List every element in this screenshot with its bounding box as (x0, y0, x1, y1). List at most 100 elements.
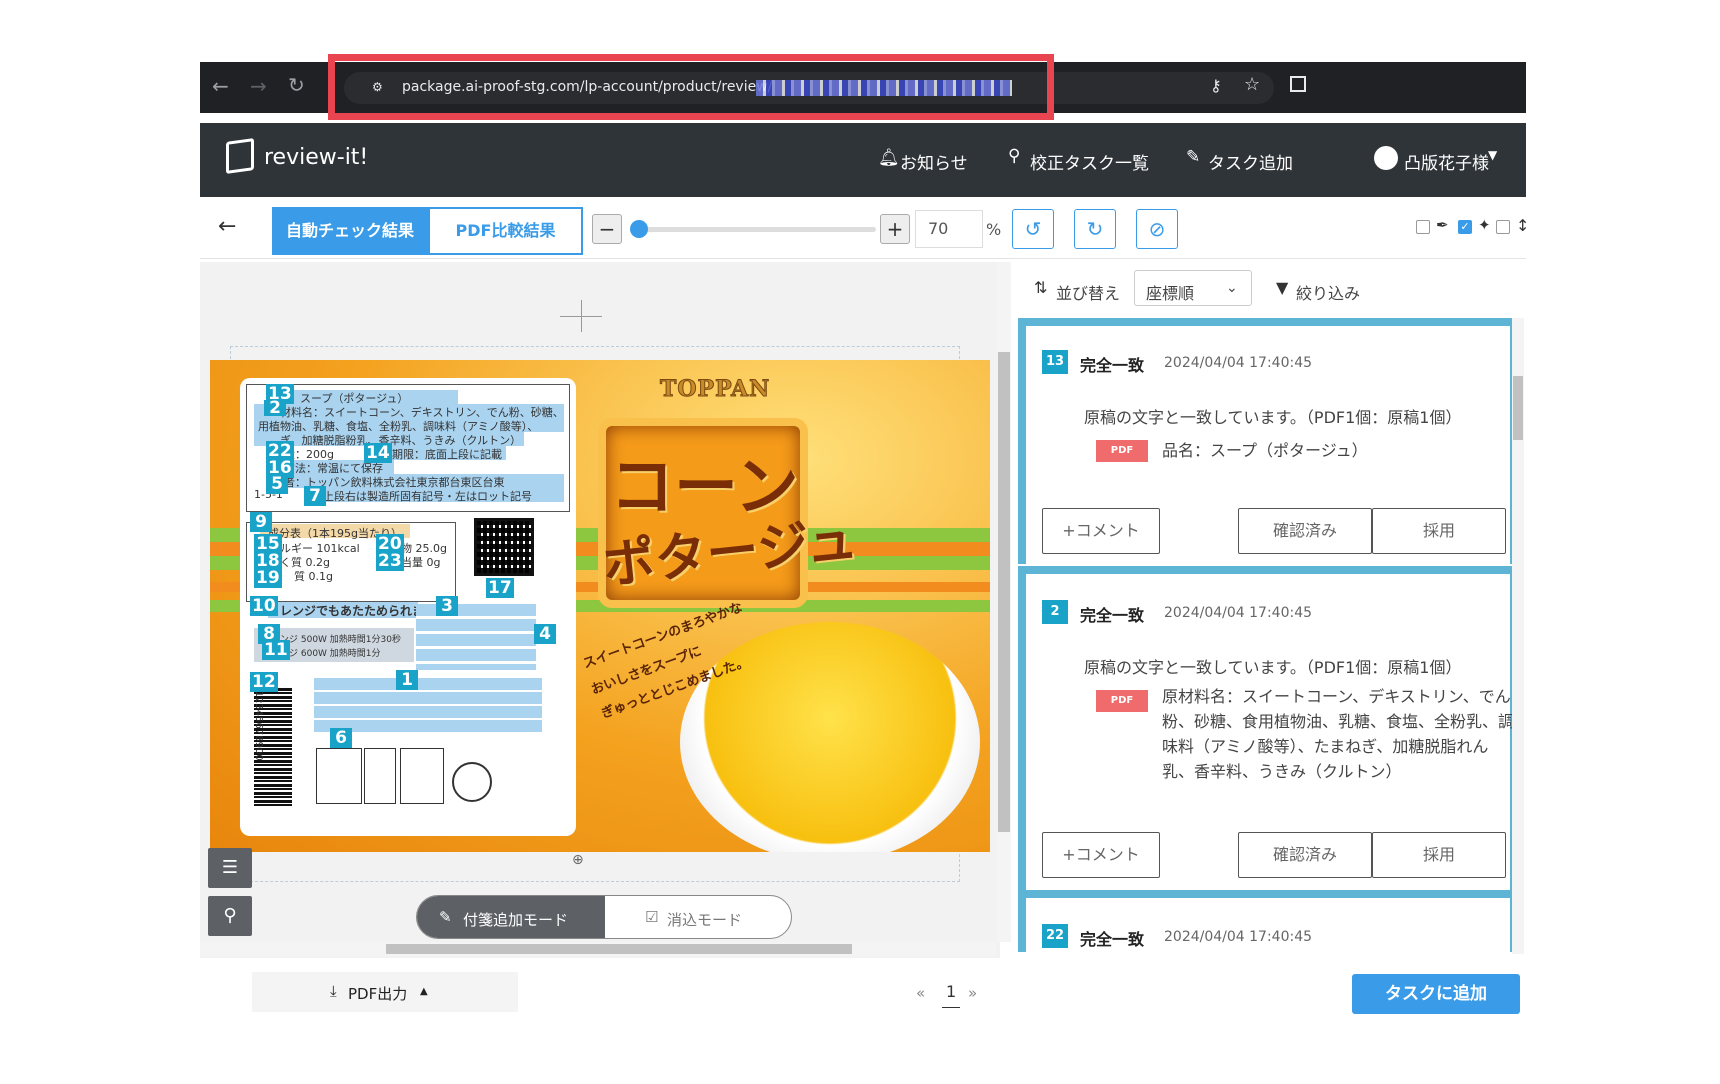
marker[interactable]: 17 (486, 578, 514, 598)
card-timestamp: 2024/04/04 17:40:45 (1164, 605, 1313, 621)
outline-toggle-button[interactable]: ☰ (208, 848, 252, 888)
recycle-mark (316, 748, 362, 804)
horizontal-scrollbar-thumb[interactable] (386, 944, 852, 954)
zoom-in-button[interactable]: + (880, 214, 910, 244)
card-number: 13 (1042, 350, 1068, 374)
pin-icon: ✦ (1478, 216, 1491, 234)
zoom-slider[interactable] (630, 227, 876, 232)
add-comment-button[interactable]: +コメント (1042, 508, 1160, 554)
zoom-input[interactable]: 70 (915, 210, 983, 248)
registration-mark-icon: ⊕ (572, 852, 584, 868)
filter-button[interactable]: 絞り込み (1296, 280, 1360, 304)
marker[interactable]: 14 (364, 443, 392, 463)
browser-back-button[interactable]: ← (212, 74, 229, 98)
browser-forward-button[interactable]: → (250, 74, 267, 98)
brand-name[interactable]: review-it! (264, 145, 368, 170)
crop-mark (581, 300, 582, 332)
marker[interactable]: 19 (254, 568, 282, 588)
search-icon: ⚲ (1008, 146, 1021, 166)
pdf-export-button[interactable]: PDF出力 (348, 983, 407, 1004)
adopt-button[interactable]: 採用 (1372, 508, 1506, 554)
search-button[interactable]: ⚲ (208, 896, 252, 936)
certification-mark (452, 762, 492, 802)
caret-down-icon[interactable]: ▼ (1488, 148, 1497, 162)
nav-notifications[interactable]: お知らせ (900, 149, 968, 174)
add-to-task-button[interactable]: タスクに追加 (1352, 974, 1520, 1014)
checkbox-1[interactable] (1416, 220, 1430, 234)
notes-highlight (416, 604, 536, 670)
brand-logo: TOPPAN (659, 376, 771, 403)
filter-icon: ▼ (1276, 278, 1289, 297)
forest-fund-mark (400, 748, 444, 804)
marker[interactable]: 11 (262, 640, 290, 660)
rotate-left-button[interactable]: ↺ (1012, 209, 1054, 249)
marker[interactable]: 6 (330, 728, 352, 748)
page-prev-button[interactable]: « (916, 984, 925, 1002)
results-scrollbar-thumb[interactable] (1513, 376, 1523, 440)
tab-pdf-compare[interactable]: PDF比較結果 (428, 207, 583, 255)
add-note-mode-button[interactable]: 付箋追加モード (463, 909, 568, 930)
user-menu[interactable]: 凸版花子様 (1404, 149, 1489, 174)
marker[interactable]: 10 (250, 596, 278, 616)
nav-add-task[interactable]: タスク追加 (1208, 149, 1293, 174)
confirmed-button[interactable]: 確認済み (1238, 508, 1372, 554)
side-panel-icon[interactable] (1290, 76, 1306, 92)
card-message: 原稿の文字と一致しています。（PDF1個：原稿1個） (1084, 408, 1462, 427)
pdf-tag: PDF (1096, 690, 1148, 712)
user-avatar-icon (1374, 146, 1398, 170)
pencil-icon: ✎ (1186, 147, 1201, 167)
browser-reload-button[interactable]: ↻ (288, 73, 305, 97)
card-status: 完全一致 (1080, 356, 1145, 375)
marker[interactable]: 5 (266, 474, 288, 494)
add-comment-button[interactable]: +コメント (1042, 832, 1160, 878)
hide-markers-button[interactable]: ⊘ (1136, 209, 1178, 249)
marker[interactable]: 1 (396, 670, 418, 690)
edit-icon: ✎ (439, 908, 452, 926)
vertical-resize-icon: ↕ (1516, 216, 1530, 235)
erase-mode-button[interactable]: 消込モード (667, 909, 742, 930)
marker[interactable]: 23 (376, 551, 404, 571)
adopt-button[interactable]: 採用 (1372, 832, 1506, 878)
zoom-slider-handle[interactable] (630, 220, 648, 238)
page-next-button[interactable]: » (968, 984, 977, 1002)
nav-task-list[interactable]: 校正タスク一覧 (1030, 149, 1149, 174)
checkbox-3[interactable] (1496, 220, 1510, 234)
download-icon: ⤓ (330, 982, 337, 1000)
checkbox-2-checked[interactable]: ✓ (1458, 220, 1472, 234)
card-timestamp: 2024/04/04 17:40:45 (1164, 355, 1313, 371)
card-status: 完全一致 (1080, 930, 1145, 949)
marker[interactable]: 3 (436, 596, 458, 616)
zoom-out-button[interactable]: − (592, 214, 622, 244)
brand-logo-icon (226, 138, 254, 174)
marker[interactable]: 12 (250, 672, 278, 692)
key-icon[interactable]: ⚷ (1210, 76, 1222, 95)
vertical-scrollbar-thumb[interactable] (998, 352, 1010, 832)
confirmed-button[interactable]: 確認済み (1238, 832, 1372, 878)
marker[interactable]: 2 (264, 400, 286, 417)
sort-select-value: 座標順 (1146, 284, 1195, 303)
bell-icon: 🔔︎ (878, 148, 900, 168)
caution-highlight (314, 678, 542, 734)
nutrition-line: 質 0.1g (294, 570, 333, 583)
microwave-line: ンジ 500W 加熱時間1分30秒 (280, 635, 401, 645)
pdf-tag: PDF (1096, 440, 1148, 462)
app-header (200, 123, 1526, 197)
result-card: 2 完全一致 2024/04/04 17:40:45 原稿の文字と一致しています… (1018, 566, 1518, 890)
package-artwork: 名：スープ（ポタージュ） 材料名：スイートコーン、デキストリン、でん粉、砂糖、 … (210, 360, 990, 852)
marker[interactable]: 4 (534, 624, 556, 644)
microwave-line: ンジ 600W 加熱時間1分 (280, 649, 381, 659)
bookmark-star-icon[interactable]: ☆ (1244, 74, 1260, 95)
rotate-right-button[interactable]: ↻ (1074, 209, 1116, 249)
card-timestamp: 2024/04/04 17:40:45 (1164, 929, 1313, 945)
label-line: 面上段右は製造所固有記号・左はロット記号 (312, 490, 532, 503)
marker[interactable]: 9 (250, 512, 272, 532)
result-card: 22 完全一致 2024/04/04 17:40:45 (1018, 890, 1518, 952)
card-status: 完全一致 (1080, 606, 1145, 625)
tab-auto-check[interactable]: 自動チェック結果 (272, 207, 428, 255)
card-number: 22 (1042, 924, 1068, 948)
marker[interactable]: 7 (304, 486, 326, 506)
card-message: 原稿の文字と一致しています。（PDF1個：原稿1個） (1084, 658, 1462, 677)
url-highlight-box (328, 54, 1054, 120)
page-current[interactable]: 1 (942, 982, 961, 1008)
back-arrow-button[interactable]: ← (218, 214, 236, 239)
